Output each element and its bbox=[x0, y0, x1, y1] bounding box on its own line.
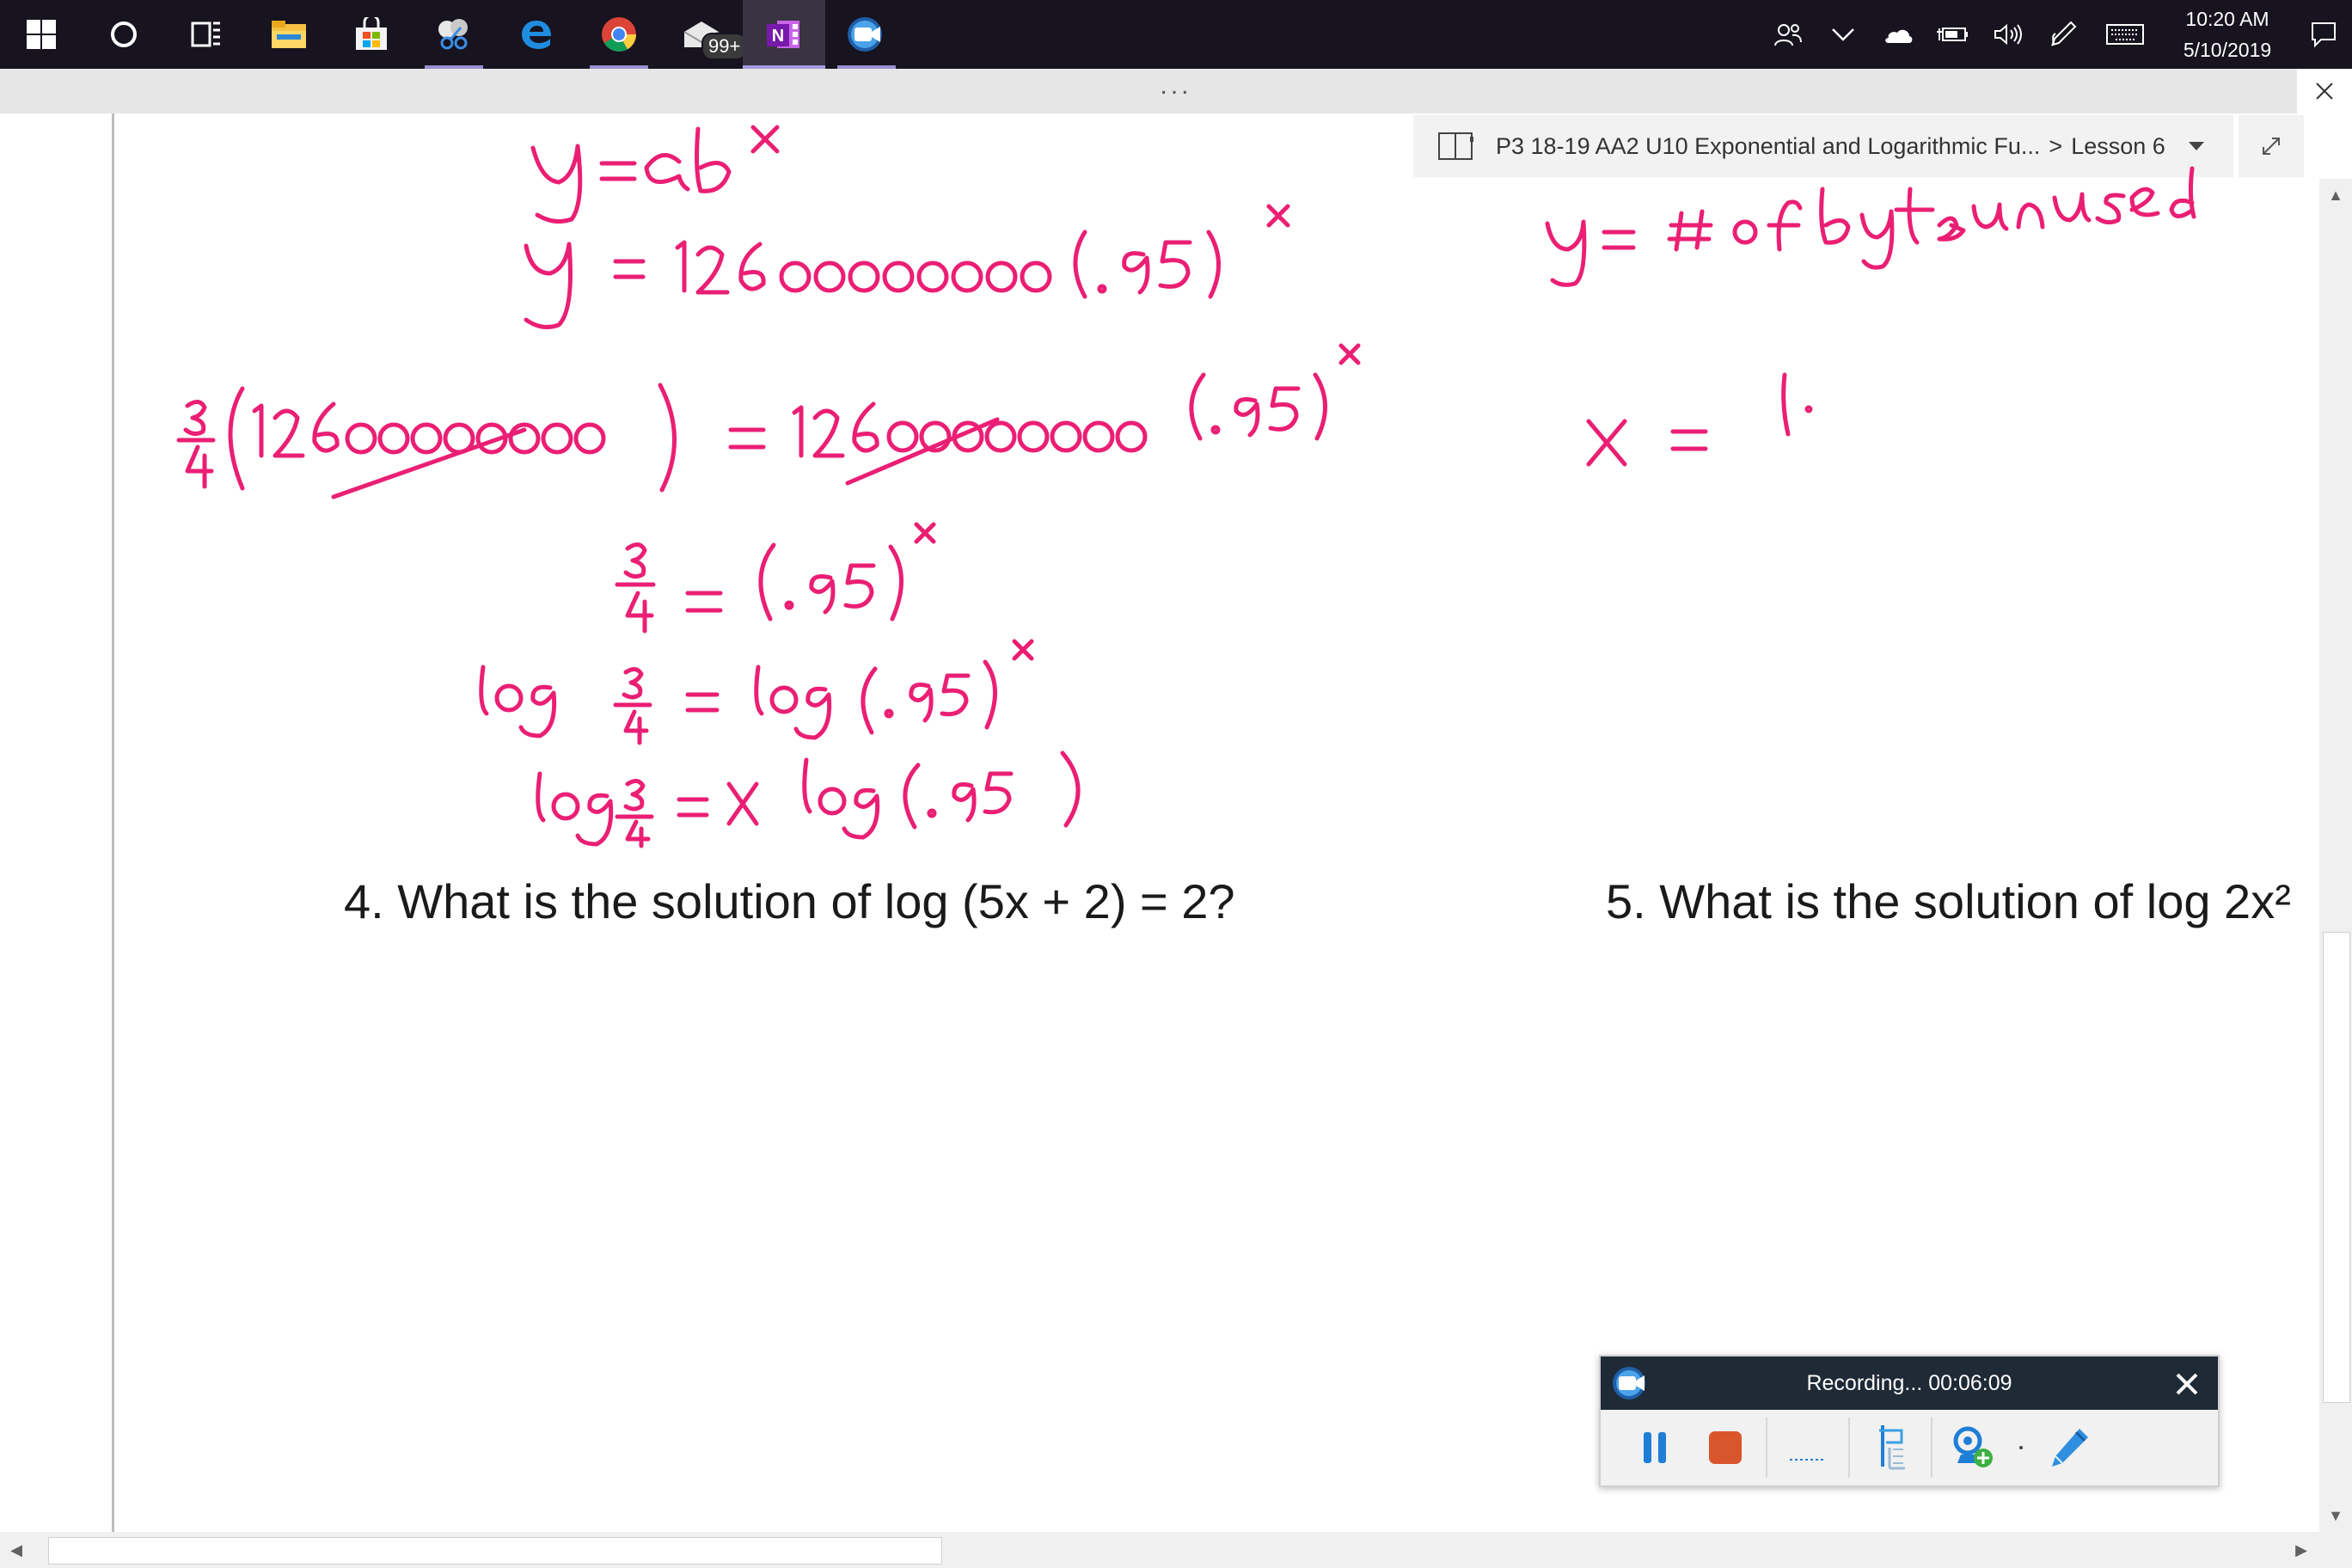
dot-icon bbox=[2019, 1446, 2023, 1449]
breadcrumb[interactable]: P3 18-19 AA2 U10 Exponential and Logarit… bbox=[1413, 115, 2233, 177]
people-icon bbox=[1774, 24, 1802, 46]
close-app-button[interactable] bbox=[2297, 69, 2352, 113]
svg-text:N: N bbox=[772, 27, 784, 46]
edge-browser-icon bbox=[522, 21, 551, 49]
start-button[interactable] bbox=[0, 0, 83, 69]
ink-line-5 bbox=[479, 639, 1034, 745]
touch-keyboard-icon bbox=[2106, 24, 2144, 45]
clock-date: 5/10/2019 bbox=[2183, 39, 2272, 61]
ink-line-right-1 bbox=[1545, 166, 2196, 287]
webcam-add-icon bbox=[1953, 1426, 1993, 1467]
edge-button[interactable] bbox=[495, 0, 578, 69]
onenote-icon: N bbox=[767, 21, 799, 48]
app-title-bar: ... bbox=[0, 69, 2352, 113]
pen-annotate-icon bbox=[2052, 1429, 2088, 1467]
breadcrumb-page[interactable]: Lesson 6 bbox=[2071, 133, 2165, 160]
ink-line-right-2 bbox=[1586, 372, 1813, 467]
pause-icon bbox=[1644, 1432, 1666, 1463]
ink-line-1 bbox=[530, 125, 780, 224]
pen-annotate-button[interactable] bbox=[2034, 1410, 2104, 1485]
snipping-tool-icon bbox=[438, 19, 468, 50]
webcam-button[interactable] bbox=[1938, 1410, 2008, 1485]
file-explorer-button[interactable] bbox=[248, 0, 330, 69]
show-hidden-icons-chevron bbox=[1832, 28, 1854, 41]
chrome-browser-icon bbox=[602, 17, 636, 52]
chevron-down-icon[interactable] bbox=[2188, 140, 2205, 152]
recording-toolbar bbox=[1601, 1410, 2218, 1485]
vertical-scroll-thumb[interactable] bbox=[2323, 932, 2350, 1403]
dotted-line-icon bbox=[1790, 1459, 1826, 1461]
action-center-icon bbox=[2312, 22, 2336, 48]
toolbar-divider bbox=[1848, 1418, 1850, 1478]
snipping-tool-button[interactable] bbox=[413, 0, 495, 69]
chrome-button[interactable] bbox=[578, 0, 660, 69]
onedrive-cloud-icon bbox=[1885, 29, 1913, 43]
problem-5-text: 5. What is the solution of log 2x² bbox=[1606, 874, 2291, 928]
scroll-left-arrow-icon[interactable]: ◀ bbox=[0, 1534, 33, 1566]
volume-tray[interactable] bbox=[1981, 0, 2036, 69]
cortana-button[interactable] bbox=[83, 0, 165, 69]
ink-line-2 bbox=[524, 204, 1290, 329]
notebook-icon bbox=[1438, 132, 1473, 160]
screencast-recorder-icon bbox=[848, 17, 882, 52]
recording-status: Recording... 00:06:09 bbox=[1806, 1370, 2012, 1395]
windows-taskbar: 99+ N 10:20 AM 5/10/2019 bbox=[0, 0, 2352, 69]
recording-widget: Recording... 00:06:09 bbox=[1599, 1355, 2220, 1487]
volume-icon bbox=[1994, 23, 2022, 46]
crop-tool-button[interactable] bbox=[1855, 1410, 1926, 1485]
mail-button[interactable]: 99+ bbox=[660, 0, 748, 69]
crop-tool-icon bbox=[1879, 1425, 1905, 1470]
windows-start-icon bbox=[27, 20, 56, 49]
task-view-icon bbox=[191, 21, 220, 47]
action-center-button[interactable] bbox=[2295, 0, 2352, 69]
store-button[interactable] bbox=[330, 0, 413, 69]
breadcrumb-notebook[interactable]: P3 18-19 AA2 U10 Exponential and Logarit… bbox=[1496, 133, 2040, 160]
clock-time: 10:20 AM bbox=[2185, 8, 2269, 30]
page-left-border bbox=[112, 113, 114, 1532]
ink-line-3 bbox=[176, 343, 1361, 499]
touch-keyboard-tray[interactable] bbox=[2091, 0, 2159, 69]
vertical-scrollbar[interactable]: ▲ ▼ bbox=[2319, 179, 2352, 1532]
recording-close-button[interactable] bbox=[2170, 1367, 2204, 1401]
more-options-dots[interactable]: ... bbox=[1160, 71, 1191, 101]
pen-workspace-icon bbox=[2051, 21, 2077, 46]
horizontal-scrollbar[interactable]: ◀ ▶ bbox=[0, 1532, 2352, 1568]
mail-unread-badge: 99+ bbox=[701, 33, 748, 60]
stop-button[interactable] bbox=[1690, 1410, 1761, 1485]
horizontal-scroll-thumb[interactable] bbox=[48, 1537, 942, 1565]
handwritten-ink-layer bbox=[176, 125, 2196, 848]
stop-icon bbox=[1709, 1431, 1742, 1464]
system-clock[interactable]: 10:20 AM 5/10/2019 bbox=[2171, 0, 2283, 69]
screencast-button[interactable] bbox=[825, 0, 908, 69]
onenote-button[interactable]: N bbox=[743, 0, 825, 69]
scroll-up-arrow-icon[interactable]: ▲ bbox=[2319, 179, 2352, 211]
task-view-button[interactable] bbox=[165, 0, 248, 69]
microsoft-store-icon bbox=[356, 17, 387, 50]
recording-header: Recording... 00:06:09 bbox=[1601, 1357, 2218, 1410]
breadcrumb-separator: > bbox=[2049, 132, 2063, 159]
toolbar-divider bbox=[1931, 1418, 1932, 1478]
dotted-line-tool[interactable] bbox=[1773, 1410, 1843, 1485]
expand-button[interactable] bbox=[2239, 115, 2304, 177]
battery-icon bbox=[1937, 28, 1968, 41]
scroll-down-arrow-icon[interactable]: ▼ bbox=[2319, 1499, 2352, 1532]
close-icon bbox=[2176, 1373, 2198, 1395]
battery-tray[interactable] bbox=[1926, 0, 1981, 69]
ink-line-6 bbox=[536, 750, 1081, 848]
scroll-right-arrow-icon[interactable]: ▶ bbox=[2285, 1534, 2318, 1566]
expand-icon bbox=[2263, 138, 2280, 155]
ink-line-4 bbox=[615, 522, 936, 634]
pause-button[interactable] bbox=[1620, 1410, 1690, 1485]
pen-workspace-tray[interactable] bbox=[2036, 0, 2091, 69]
webcam-options-dot[interactable] bbox=[2008, 1410, 2034, 1485]
show-hidden-icons-button[interactable] bbox=[1816, 0, 1871, 69]
file-explorer-icon bbox=[272, 21, 306, 48]
close-icon bbox=[2316, 83, 2333, 100]
people-button[interactable] bbox=[1761, 0, 1816, 69]
onedrive-tray[interactable] bbox=[1871, 0, 1926, 69]
cortana-search-icon bbox=[111, 21, 137, 47]
toolbar-divider bbox=[1766, 1418, 1767, 1478]
problem-4-text: 4. What is the solution of log (5x + 2) … bbox=[344, 874, 1235, 928]
